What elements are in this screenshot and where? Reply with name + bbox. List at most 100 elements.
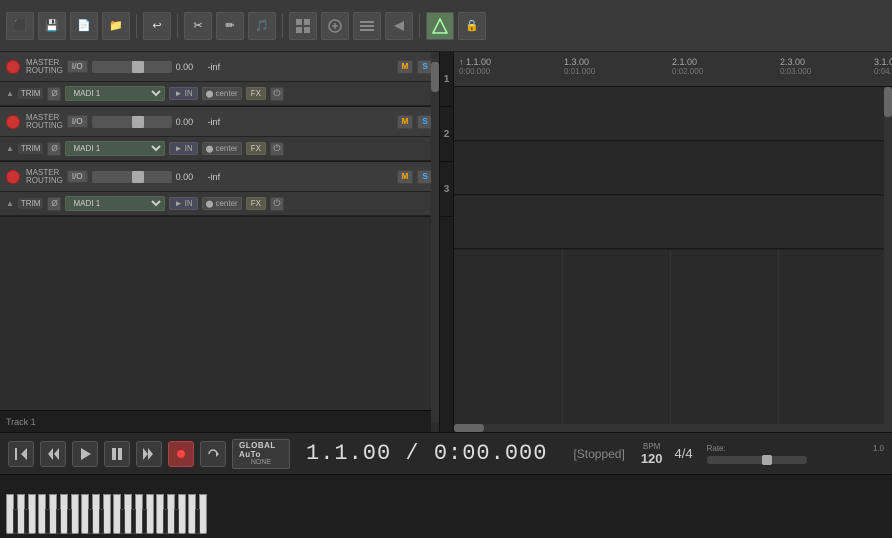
timeline-header: ↑ 1.1.00 0:00.000 1.3.00 0:01.000 2.1.00…	[454, 52, 892, 87]
track-2-midi-select[interactable]: MADI 1	[65, 141, 165, 156]
track-3-m-btn[interactable]: M	[397, 170, 413, 184]
toolbar-icon-5[interactable]: ↩	[143, 12, 171, 40]
time-sig-box[interactable]: 4/4	[675, 446, 693, 461]
toolbar-icon-13[interactable]	[426, 12, 454, 40]
track-3-center-btn[interactable]: ⬤ center	[202, 197, 242, 210]
global-auto-box[interactable]: GLOBAL AuTo NONE	[232, 439, 290, 469]
track-1-midi-select[interactable]: MADI 1	[65, 86, 165, 101]
toolbar-icon-4[interactable]: 📁	[102, 12, 130, 40]
track-3-midi-select[interactable]: MADI 1	[65, 196, 165, 211]
loop-button[interactable]	[200, 441, 226, 467]
piano-key-e3[interactable]	[178, 494, 186, 534]
track-1-vol-slider[interactable]	[92, 61, 172, 73]
rate-box: Rate: 1.0	[707, 444, 884, 464]
piano-key-ds1[interactable]	[24, 509, 29, 534]
track-2-m-btn[interactable]: M	[397, 115, 413, 129]
piano-key-gs1[interactable]	[56, 509, 61, 534]
timeline-marker-1: ↑ 1.1.00 0:00.000	[459, 57, 491, 76]
toolbar-icon-10[interactable]	[321, 12, 349, 40]
toolbar-icon-7[interactable]: ✏	[216, 12, 244, 40]
toolbar-sep-2	[177, 14, 178, 38]
track-2-header: MASTER ROUTING I/O 0.00 -inf M S	[0, 107, 439, 137]
track-2-vol-slider[interactable]	[92, 116, 172, 128]
track-2-record-btn[interactable]	[6, 115, 20, 129]
track-2-vol-val: 0.00	[176, 117, 204, 127]
toolbar-icon-8[interactable]: 🎵	[248, 12, 276, 40]
piano-key-cs2[interactable]	[88, 509, 93, 534]
track-1-m-btn[interactable]: M	[397, 60, 413, 74]
track-3-fx-btn[interactable]: FX	[246, 197, 266, 210]
track-2-center-btn[interactable]: ⬤ center	[202, 142, 242, 155]
track-3-in-btn[interactable]: ► IN	[169, 197, 197, 210]
piano-key-b1[interactable]	[71, 494, 79, 534]
rewind-button[interactable]	[8, 441, 34, 467]
right-arrangement-panel: ↑ 1.1.00 0:00.000 1.3.00 0:01.000 2.1.00…	[454, 52, 892, 432]
track-1-io-btn[interactable]: I/O	[67, 60, 88, 73]
toolbar-icon-2[interactable]: 💾	[38, 12, 66, 40]
track-3-power-btn[interactable]: ⏻	[270, 197, 284, 211]
piano-key-b2[interactable]	[146, 494, 154, 534]
global-auto-label: GLOBAL AuTo	[239, 441, 283, 459]
track-3-io-btn[interactable]: I/O	[67, 170, 88, 183]
piano-key-ds3[interactable]	[174, 509, 179, 534]
track-3-record-btn[interactable]	[6, 170, 20, 184]
pause-button[interactable]	[104, 441, 130, 467]
track-3-header: MASTER ROUTING I/O 0.00 -inf M S	[0, 162, 439, 192]
time-display: 1.1.00 / 0:00.000	[306, 441, 547, 466]
toolbar-icon-14[interactable]: 🔒	[458, 12, 486, 40]
toolbar-icon-1[interactable]: ⬛	[6, 12, 34, 40]
piano-key-as2[interactable]	[142, 509, 147, 534]
piano-key-g3[interactable]	[199, 494, 207, 534]
track-3-vol-slider[interactable]	[92, 171, 172, 183]
timeline-marker-5: 3.1.00 0:04.000	[874, 57, 892, 76]
piano-key-gs2[interactable]	[131, 509, 136, 534]
bpm-value[interactable]: 120	[641, 451, 663, 466]
track-1-fx-btn[interactable]: FX	[246, 87, 266, 100]
track-1-center-btn[interactable]: ⬤ center	[202, 87, 242, 100]
piano-key-e2[interactable]	[103, 494, 111, 534]
track-num-strip: 1 2 3	[440, 52, 454, 432]
toolbar-icon-3[interactable]: 📄	[70, 12, 98, 40]
toolbar-icon-11[interactable]	[353, 12, 381, 40]
track-1-pan-val: -inf	[208, 62, 233, 72]
forward-button[interactable]	[136, 441, 162, 467]
track-2-io-btn[interactable]: I/O	[67, 115, 88, 128]
piano-key-fs3[interactable]	[195, 509, 200, 534]
left-panel-scrollbar[interactable]	[431, 52, 439, 422]
piano-key-ds2[interactable]	[99, 509, 104, 534]
track-2-phase-btn[interactable]: Ø	[47, 142, 61, 156]
track-1-in-btn[interactable]: ► IN	[169, 87, 197, 100]
mini-piano-keys	[6, 494, 208, 534]
track-num-2: 2	[440, 107, 453, 162]
track-1-power-btn[interactable]: ⏻	[270, 87, 284, 101]
bottom-bar: GLOBAL AuTo NONE 1.1.00 / 0:00.000 [Stop…	[0, 432, 892, 537]
track-2-pan-val: -inf	[208, 117, 233, 127]
piano-key-fs2[interactable]	[120, 509, 125, 534]
piano-key-e1[interactable]	[28, 494, 36, 534]
track-1-record-btn[interactable]	[6, 60, 20, 74]
toolbar-sep-3	[282, 14, 283, 38]
track-2-fx-btn[interactable]: FX	[246, 142, 266, 155]
track-1-phase-btn[interactable]: Ø	[47, 87, 61, 101]
record-button[interactable]	[168, 441, 194, 467]
timeline-grid[interactable]	[454, 87, 892, 432]
toolbar-icon-6[interactable]: ✂	[184, 12, 212, 40]
back-button[interactable]	[40, 441, 66, 467]
rate-slider[interactable]	[707, 456, 807, 464]
track-1-routing-label: ROUTING	[26, 67, 63, 75]
track-2-power-btn[interactable]: ⏻	[270, 142, 284, 156]
piano-key-cs1[interactable]	[13, 509, 18, 534]
track-1-header: MASTER ROUTING I/O 0.00 -inf M S	[0, 52, 439, 82]
top-toolbar: ⬛ 💾 📄 📁 ↩ ✂ ✏ 🎵 🔒	[0, 0, 892, 52]
track-3: MASTER ROUTING I/O 0.00 -inf M S ▲ TRIM …	[0, 162, 439, 217]
right-panel-hscroll[interactable]	[454, 424, 884, 432]
piano-key-fs1[interactable]	[45, 509, 50, 534]
toolbar-icon-9[interactable]	[289, 12, 317, 40]
play-button[interactable]	[72, 441, 98, 467]
piano-key-as1[interactable]	[67, 509, 72, 534]
track-3-phase-btn[interactable]: Ø	[47, 197, 61, 211]
toolbar-icon-12[interactable]	[385, 12, 413, 40]
piano-key-cs3[interactable]	[163, 509, 168, 534]
right-panel-vscroll[interactable]	[884, 87, 892, 432]
track-2-in-btn[interactable]: ► IN	[169, 142, 197, 155]
